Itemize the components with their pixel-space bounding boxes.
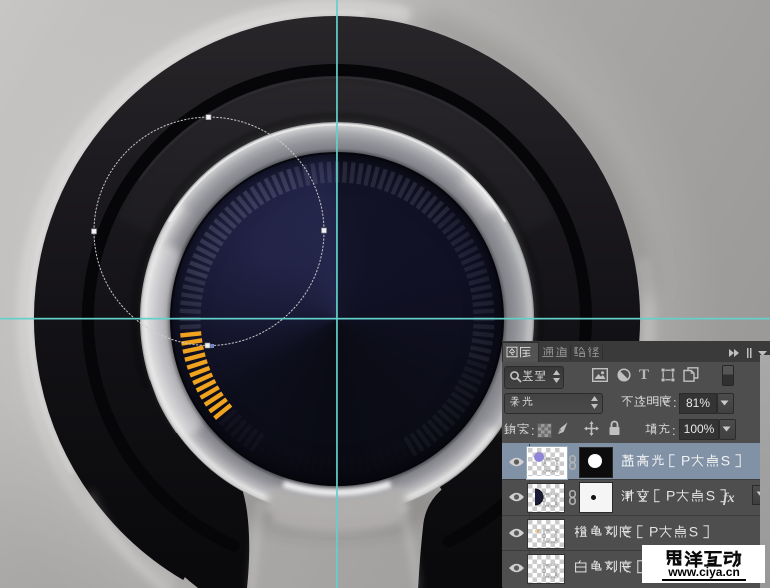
svg-text:S: S (689, 525, 698, 540)
svg-text:S: S (706, 489, 715, 504)
svg-text:P: P (649, 525, 658, 540)
svg-text:P: P (666, 489, 675, 504)
svg-text:S: S (721, 454, 730, 469)
svg-text:P: P (681, 454, 690, 469)
